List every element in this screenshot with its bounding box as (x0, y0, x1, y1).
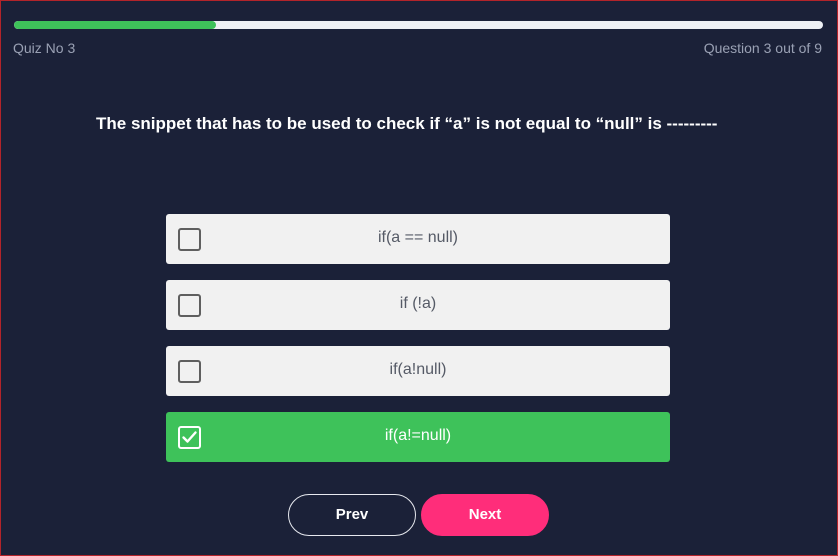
answer-options: if(a == null) if (!a) if(a!null) if(a!=n… (166, 214, 670, 478)
answer-option-2[interactable]: if (!a) (166, 280, 670, 330)
answer-option-3[interactable]: if(a!null) (166, 346, 670, 396)
answer-option-label: if(a!null) (389, 361, 447, 378)
answer-option-1[interactable]: if(a == null) (166, 214, 670, 264)
next-button[interactable]: Next (421, 494, 549, 536)
answer-option-label: if (!a) (399, 295, 437, 312)
question-text: The snippet that has to be used to check… (96, 114, 718, 133)
quiz-window: Quiz No 3 Question 3 out of 9 The snippe… (0, 0, 838, 556)
answer-option-label: if(a == null) (377, 229, 459, 246)
quiz-label: Quiz No 3 (13, 40, 76, 56)
prev-button[interactable]: Prev (288, 494, 416, 536)
question-counter: Question 3 out of 9 (703, 40, 822, 56)
answer-option-label: if(a!=null) (384, 427, 452, 444)
answer-option-4[interactable]: if(a!=null) (166, 412, 670, 462)
quiz-progress-fill (14, 21, 217, 29)
quiz-progress-bar (14, 21, 823, 29)
